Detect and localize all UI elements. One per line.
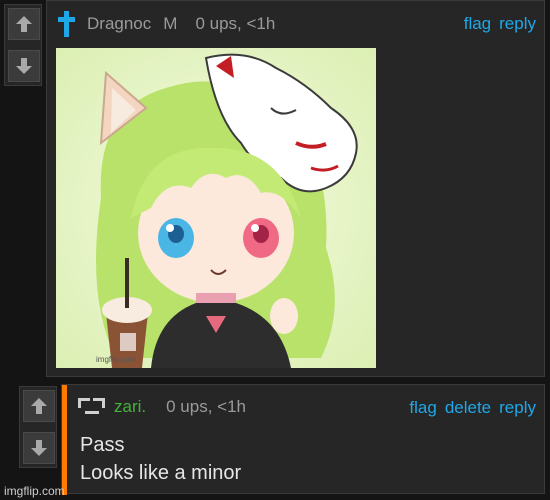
comment-2-stats: 0 ups, <1h bbox=[166, 397, 246, 416]
vote-column-1 bbox=[4, 4, 42, 86]
upvote-button[interactable] bbox=[8, 8, 40, 40]
upvote-button[interactable] bbox=[23, 390, 55, 422]
arrow-up-icon bbox=[16, 16, 32, 32]
delete-link[interactable]: delete bbox=[445, 398, 491, 418]
reply-accent-bar bbox=[62, 385, 67, 495]
comment-1-stats: 0 ups, <1h bbox=[195, 14, 276, 33]
arrow-down-icon bbox=[31, 440, 47, 456]
arrow-up-icon bbox=[31, 398, 47, 414]
comment-2-username[interactable]: zari. bbox=[114, 397, 146, 417]
image-watermark: imgflip.com bbox=[96, 355, 137, 364]
comment-2-meta: zari. 0 ups, <1h bbox=[76, 393, 246, 421]
reply-link[interactable]: reply bbox=[499, 14, 536, 34]
comment-1-meta: Dragnoc M 0 ups, <1h bbox=[57, 9, 275, 39]
comment-2-line-2: Looks like a minor bbox=[80, 462, 242, 484]
anime-girl-illustration: imgflip.com bbox=[56, 48, 376, 368]
comment-1-image[interactable]: imgflip.com bbox=[56, 48, 376, 368]
flag-link[interactable]: flag bbox=[409, 398, 436, 418]
flag-link[interactable]: flag bbox=[464, 14, 491, 34]
glyph-avatar-icon bbox=[78, 398, 105, 414]
comment-1-actions: flag reply bbox=[464, 14, 536, 34]
comment-2: zari. 0 ups, <1h flag delete reply Pass … bbox=[61, 384, 545, 495]
gender-badge: M bbox=[163, 14, 178, 33]
cross-icon bbox=[58, 11, 75, 37]
comment-1: Dragnoc M 0 ups, <1h flag reply imgflip.… bbox=[46, 0, 545, 377]
downvote-button[interactable] bbox=[8, 50, 40, 82]
comment-2-body: Pass Looks like a minor bbox=[80, 431, 241, 487]
comment-1-username[interactable]: Dragnoc bbox=[87, 14, 151, 34]
comment-2-line-1: Pass bbox=[80, 434, 125, 456]
downvote-button[interactable] bbox=[23, 432, 55, 464]
comment-2-actions: flag delete reply bbox=[409, 398, 536, 418]
arrow-down-icon bbox=[16, 58, 32, 74]
vote-column-2 bbox=[19, 386, 57, 468]
reply-link[interactable]: reply bbox=[499, 398, 536, 418]
footer-watermark: imgflip.com bbox=[4, 484, 65, 498]
